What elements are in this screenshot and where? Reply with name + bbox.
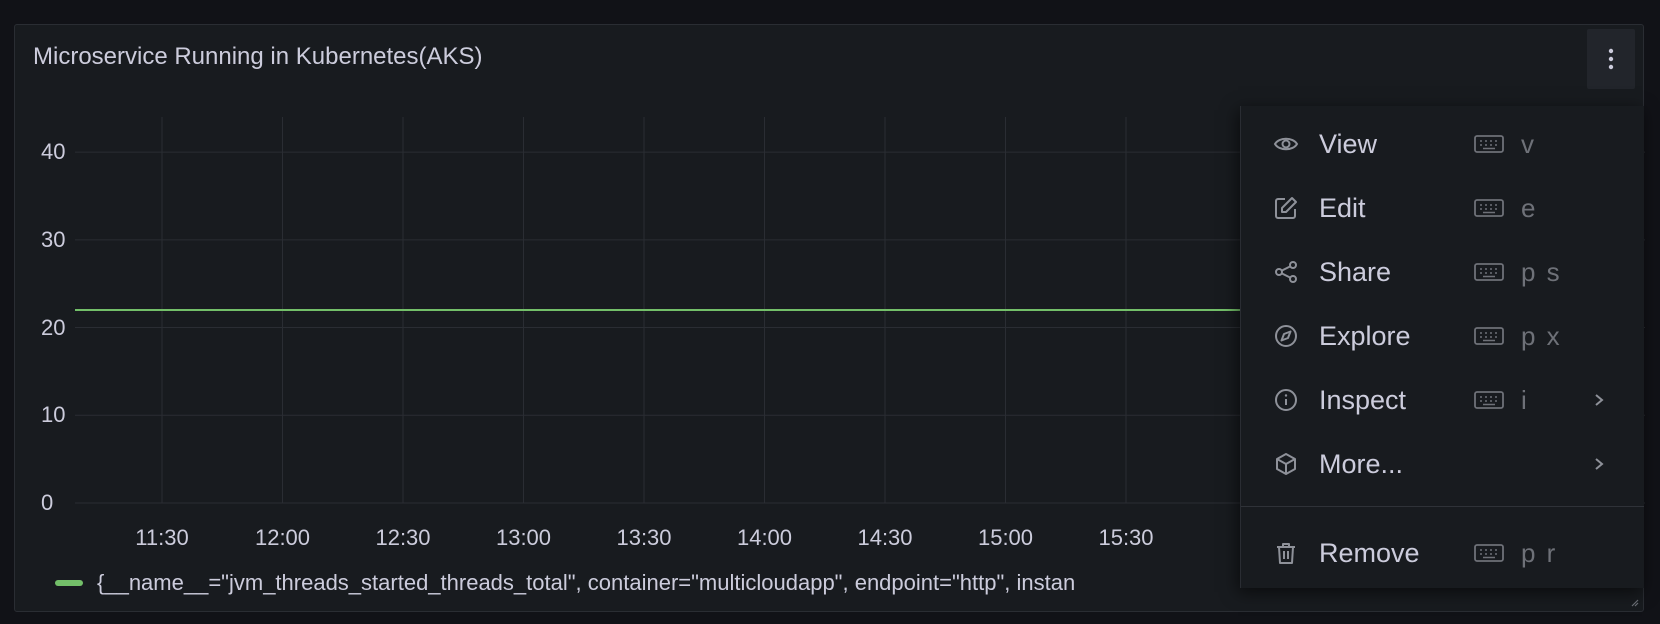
x-tick-label: 13:00: [495, 525, 552, 550]
y-tick-label: 40: [41, 139, 66, 165]
x-tick-label: 12:30: [375, 525, 431, 550]
x-tick-label: 14:30: [857, 525, 913, 550]
chevron-right-icon: [1595, 394, 1604, 406]
menu-item-remove[interactable]: Remove p r: [1241, 521, 1644, 585]
submenu-indicator: [1591, 454, 1607, 474]
keyboard-icon: [1474, 327, 1504, 345]
menu-item-label: More...: [1319, 448, 1404, 479]
keyboard-icon: [1474, 135, 1504, 153]
menu-item-edit[interactable]: Edit e: [1241, 176, 1644, 240]
x-tick-label: 13:30: [616, 525, 672, 550]
y-tick-label: 30: [41, 226, 66, 252]
submenu-indicator: [1591, 390, 1607, 410]
keyboard-shortcut-indicator: [1474, 542, 1504, 564]
menu-item-shortcut: e: [1521, 192, 1538, 223]
edit-icon: [1271, 193, 1301, 223]
keyboard-shortcut-indicator: [1474, 261, 1504, 283]
cube-icon: [1271, 449, 1301, 479]
keyboard-shortcut-indicator: [1474, 325, 1504, 347]
info-icon: [1271, 385, 1301, 415]
x-tick-label: 11:30: [135, 525, 189, 550]
menu-item-explore[interactable]: Explore p x: [1241, 304, 1644, 368]
y-tick-label: 10: [41, 402, 66, 428]
menu-item-label: Inspect: [1319, 384, 1407, 415]
menu-item-label: Edit: [1319, 192, 1366, 223]
share-icon: [1271, 257, 1301, 287]
menu-item-shortcut: p r: [1521, 537, 1558, 568]
chevron-right-icon: [1595, 458, 1604, 470]
trash-icon: [1271, 538, 1301, 568]
menu-item-shortcut: i: [1521, 384, 1529, 415]
keyboard-shortcut-indicator: [1474, 197, 1504, 219]
legend-label[interactable]: {__name__="jvm_threads_started_threads_t…: [97, 570, 1075, 596]
keyboard-shortcut-indicator: [1474, 133, 1504, 155]
menu-item-share[interactable]: Share p s: [1241, 240, 1644, 304]
keyboard-shortcut-indicator: [1474, 389, 1504, 411]
keyboard-icon: [1474, 199, 1504, 217]
compass-icon: [1271, 321, 1301, 351]
x-tick-label: 15:30: [1098, 525, 1154, 550]
menu-item-inspect[interactable]: Inspect i: [1241, 368, 1644, 432]
eye-icon: [1271, 129, 1301, 159]
menu-item-shortcut: v: [1521, 128, 1536, 159]
menu-item-label: Remove: [1319, 537, 1420, 568]
menu-item-more[interactable]: More...: [1241, 432, 1644, 496]
x-tick-label: 14:00: [736, 525, 793, 550]
x-tick-label: 12:00: [254, 525, 311, 550]
keyboard-icon: [1474, 263, 1504, 281]
menu-item-label: Share: [1319, 256, 1392, 287]
x-tick-label: 15:00: [977, 525, 1034, 550]
menu-item-shortcut: p s: [1521, 256, 1562, 287]
menu-item-label: Explore: [1319, 320, 1411, 351]
keyboard-icon: [1474, 544, 1504, 562]
keyboard-icon: [1474, 391, 1504, 409]
resize-handle-icon[interactable]: [1629, 597, 1639, 607]
menu-item-view[interactable]: View v: [1241, 112, 1644, 176]
y-tick-label: 0: [41, 490, 54, 515]
menu-item-shortcut: p x: [1521, 320, 1562, 351]
y-tick-label: 20: [41, 314, 66, 340]
menu-divider: [1241, 506, 1644, 507]
legend-swatch: [55, 580, 83, 586]
panel-context-menu: View v Edit e Share p s Explore p x Inspect i More…: [1240, 106, 1644, 588]
menu-item-label: View: [1319, 128, 1378, 159]
